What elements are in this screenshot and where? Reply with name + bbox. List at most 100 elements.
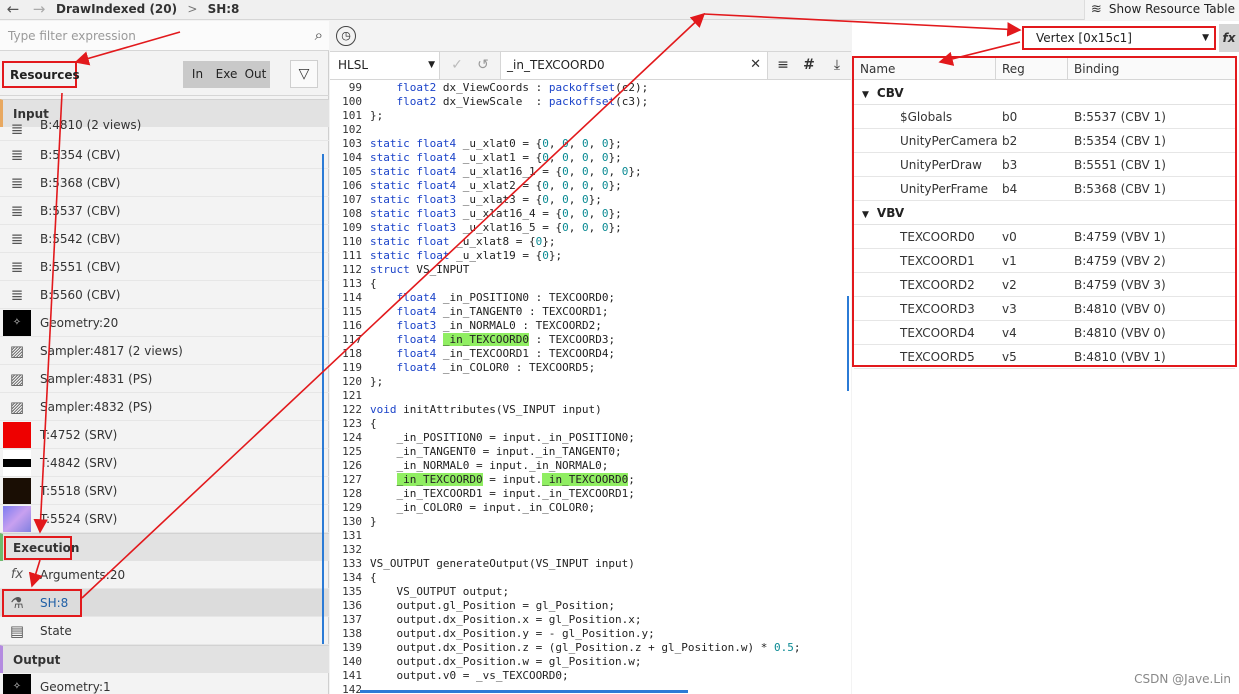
table-row[interactable]: TEXCOORD2 v2 B:4759 (VBV 3): [854, 273, 1235, 297]
section-output[interactable]: Output: [0, 645, 329, 673]
breadcrumb-shader[interactable]: SH:8: [208, 2, 240, 16]
format-lines-icon[interactable]: ≡: [770, 52, 796, 79]
column-header-binding[interactable]: Binding: [1068, 58, 1235, 80]
check-icon[interactable]: ✓: [444, 52, 470, 79]
code-line[interactable]: 132: [330, 543, 370, 557]
code-line[interactable]: 108 static float3 _u_xlat16_4 = {0, 0, 0}…: [330, 207, 622, 221]
fx-button[interactable]: fx: [1219, 24, 1239, 52]
language-select[interactable]: HLSL ▼: [330, 52, 440, 79]
code-line[interactable]: 137 output.dx_Position.x = gl_Position.x…: [330, 613, 641, 627]
code-line[interactable]: 115 float4 _in_TANGENT0 : TEXCOORD1;: [330, 305, 608, 319]
code-line[interactable]: 124 _in_POSITION0 = input._in_POSITION0;: [330, 431, 635, 445]
code-line[interactable]: 133 VS_OUTPUT generateOutput(VS_INPUT inp…: [330, 557, 635, 571]
table-row[interactable]: TEXCOORD4 v4 B:4810 (VBV 0): [854, 321, 1235, 345]
code-line[interactable]: 111 static float _u_xlat19 = {0};: [330, 249, 562, 263]
forward-arrow-icon[interactable]: →: [28, 0, 50, 20]
code-line[interactable]: 106 static float4 _u_xlat2 = {0, 0, 0, 0}…: [330, 179, 622, 193]
code-line[interactable]: 119 float4 _in_COLOR0 : TEXCOORD5;: [330, 361, 595, 375]
search-icon[interactable]: ⌕: [315, 26, 323, 44]
toggle-exe[interactable]: Exe: [212, 61, 241, 88]
expand-triangle-icon[interactable]: ▼: [862, 90, 869, 100]
code-vscrollbar[interactable]: [847, 296, 849, 391]
code-line[interactable]: 118 float4 _in_TEXCOORD1 : TEXCOORD4;: [330, 347, 615, 361]
breadcrumb-drawindexed[interactable]: DrawIndexed (20): [56, 2, 177, 16]
list-item[interactable]: ≣ B:5542 (CBV): [0, 225, 329, 253]
export-icon[interactable]: ⤓: [824, 52, 850, 79]
code-line[interactable]: 103 static float4 _u_xlat0 = {0, 0, 0, 0}…: [330, 137, 622, 151]
group-row-vbv[interactable]: ▼ VBV: [854, 201, 1235, 225]
code-line[interactable]: 134 {: [330, 571, 377, 585]
code-line[interactable]: 122 void initAttributes(VS_INPUT input): [330, 403, 602, 417]
code-line[interactable]: 140 output.dx_Position.w = gl_Position.w…: [330, 655, 641, 669]
table-row[interactable]: TEXCOORD5 v5 B:4810 (VBV 1): [854, 345, 1235, 369]
code-line[interactable]: 104 static float4 _u_xlat1 = {0, 0, 0, 0}…: [330, 151, 622, 165]
list-item[interactable]: ≣ B:4810 (2 views): [0, 115, 329, 141]
line-numbers-icon[interactable]: #: [796, 52, 822, 79]
list-item[interactable]: ✧ Geometry:1: [0, 673, 329, 694]
filter-input[interactable]: Type filter expression: [8, 29, 136, 43]
table-row[interactable]: TEXCOORD0 v0 B:4759 (VBV 1): [854, 225, 1235, 249]
table-row[interactable]: $Globals b0 B:5537 (CBV 1): [854, 105, 1235, 129]
code-line[interactable]: 135 VS_OUTPUT output;: [330, 585, 509, 599]
code-line[interactable]: 131: [330, 529, 370, 543]
code-line[interactable]: 110 static float _u_xlat8 = {0};: [330, 235, 555, 249]
code-line[interactable]: 125 _in_TANGENT0 = input._in_TANGENT0;: [330, 445, 622, 459]
list-item[interactable]: T:5518 (SRV): [0, 477, 329, 505]
code-line[interactable]: 112 struct VS_INPUT: [330, 263, 469, 277]
column-header-reg[interactable]: Reg: [996, 58, 1068, 80]
code-line[interactable]: 128 _in_TEXCOORD1 = input._in_TEXCOORD1;: [330, 487, 635, 501]
list-item[interactable]: ▤ State: [0, 617, 329, 645]
code-search-input[interactable]: _in_TEXCOORD0 ✕: [500, 52, 768, 79]
code-line[interactable]: 123 {: [330, 417, 377, 431]
code-line[interactable]: 109 static float3 _u_xlat16_5 = {0, 0, 0}…: [330, 221, 622, 235]
table-row[interactable]: TEXCOORD1 v1 B:4759 (VBV 2): [854, 249, 1235, 273]
table-row[interactable]: UnityPerDraw b3 B:5551 (CBV 1): [854, 153, 1235, 177]
code-line[interactable]: 113 {: [330, 277, 377, 291]
code-line[interactable]: 105 static float4 _u_xlat16_1 = {0, 0, 0,…: [330, 165, 641, 179]
code-line[interactable]: 141 output.v0 = _vs_TEXCOORD0;: [330, 669, 569, 683]
code-line[interactable]: 138 output.dx_Position.y = - gl_Position…: [330, 627, 655, 641]
list-item[interactable]: T:4842 (SRV): [0, 449, 329, 477]
close-icon[interactable]: ✕: [750, 52, 761, 78]
code-line[interactable]: 136 output.gl_Position = gl_Position;: [330, 599, 615, 613]
list-item[interactable]: T:5524 (SRV): [0, 505, 329, 533]
code-line[interactable]: 116 float3 _in_NORMAL0 : TEXCOORD2;: [330, 319, 602, 333]
history-clock-icon[interactable]: ◷: [336, 26, 356, 46]
code-line[interactable]: 120};: [330, 375, 383, 389]
code-line[interactable]: 107 static float3 _u_xlat3 = {0, 0, 0};: [330, 193, 602, 207]
column-header-name[interactable]: Name: [854, 58, 996, 80]
resources-tab[interactable]: Resources: [2, 61, 80, 88]
code-hscrollbar[interactable]: [360, 690, 688, 693]
code-line[interactable]: 117 float4 _in_TEXCOORD0 : TEXCOORD3;: [330, 333, 615, 347]
list-item[interactable]: ≣ B:5551 (CBV): [0, 253, 329, 281]
list-item[interactable]: ≣ B:5537 (CBV): [0, 197, 329, 225]
list-item[interactable]: T:4752 (SRV): [0, 421, 329, 449]
list-item[interactable]: ≣ B:5560 (CBV): [0, 281, 329, 309]
code-line[interactable]: 129 _in_COLOR0 = input._in_COLOR0;: [330, 501, 595, 515]
expand-triangle-icon[interactable]: ▼: [862, 210, 869, 220]
list-item[interactable]: ≣ B:5354 (CBV): [0, 141, 329, 169]
code-view[interactable]: 99 float2 dx_ViewCoords : packoffset(c2)…: [330, 80, 851, 694]
table-row[interactable]: TEXCOORD3 v3 B:4810 (VBV 0): [854, 297, 1235, 321]
code-line[interactable]: 121: [330, 389, 370, 403]
list-item[interactable]: ▨ Sampler:4831 (PS): [0, 365, 329, 393]
revert-icon[interactable]: ↺: [470, 52, 496, 79]
code-line[interactable]: 100 float2 dx_ViewScale : packoffset(c3)…: [330, 95, 648, 109]
list-item[interactable]: ≣ B:5368 (CBV): [0, 169, 329, 197]
table-row[interactable]: UnityPerCamera b2 B:5354 (CBV 1): [854, 129, 1235, 153]
code-line[interactable]: 127 _in_TEXCOORD0 = input._in_TEXCOORD0;: [330, 473, 635, 487]
code-line[interactable]: 102: [330, 123, 370, 137]
list-item[interactable]: ✧ Geometry:20: [0, 309, 329, 337]
list-item[interactable]: ▨ Sampler:4832 (PS): [0, 393, 329, 421]
toggle-in[interactable]: In: [183, 61, 212, 88]
code-line[interactable]: 126 _in_NORMAL0 = input._in_NORMAL0;: [330, 459, 608, 473]
group-row-cbv[interactable]: ▼ CBV: [854, 81, 1235, 105]
list-scrollbar[interactable]: [322, 154, 324, 644]
back-arrow-icon[interactable]: ←: [2, 0, 24, 20]
code-line[interactable]: 130}: [330, 515, 377, 529]
code-line[interactable]: 99 float2 dx_ViewCoords : packoffset(c2)…: [330, 81, 648, 95]
stage-select[interactable]: Vertex [0x15c1] ▼: [1022, 26, 1216, 50]
toggle-out[interactable]: Out: [241, 61, 270, 88]
show-resource-table-button[interactable]: ≋ Show Resource Table: [1083, 0, 1239, 20]
code-line[interactable]: 139 output.dx_Position.z = (gl_Position.…: [330, 641, 800, 655]
